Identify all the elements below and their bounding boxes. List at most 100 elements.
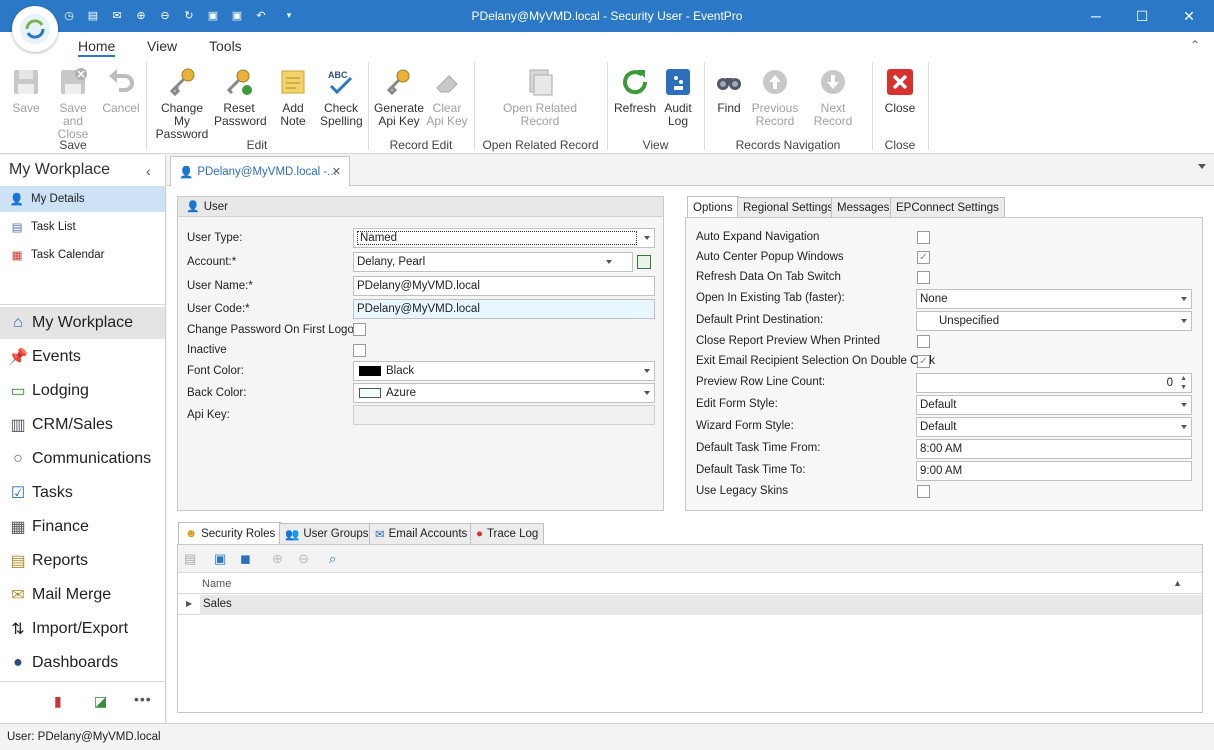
change-password-checkbox[interactable]	[353, 323, 366, 336]
nav-module-lodging[interactable]: ▭ Lodging	[0, 375, 165, 407]
change-my-password-button[interactable]: Change My Password	[152, 66, 212, 141]
back-color-select[interactable]: Azure	[353, 383, 655, 403]
legacy-skins-checkbox[interactable]	[917, 485, 930, 498]
nav-module-communications[interactable]: ○ Communications	[0, 443, 165, 475]
chevron-down-icon	[1181, 319, 1187, 323]
app-logo[interactable]	[12, 6, 58, 52]
tab-home[interactable]: Home	[78, 38, 116, 57]
status-text: User: PDelany@MyVMD.local	[7, 731, 161, 743]
print-destination-select[interactable]: Unspecified	[916, 311, 1192, 331]
account-lookup-icon[interactable]	[637, 255, 651, 269]
tab-security-roles[interactable]: ☻ Security Roles	[178, 522, 282, 544]
user-info-icon: 👤	[9, 194, 25, 206]
nav-module-reports[interactable]: ▤ Reports	[0, 545, 165, 577]
nav-module-dashboards[interactable]: ● Dashboards	[0, 647, 165, 679]
previous-record-button[interactable]: Previous Record	[750, 66, 800, 128]
tab-epconnect-settings[interactable]: EPConnect Settings	[890, 197, 1005, 218]
task-to-label: Default Task Time To:	[696, 464, 806, 476]
ribbon-tabs: Home View Tools ⌃	[0, 32, 1214, 58]
close-tab-icon[interactable]: ✕	[332, 165, 341, 178]
task-to-input[interactable]: 9:00 AM	[916, 461, 1192, 481]
expand-row-icon[interactable]: ▶	[186, 599, 192, 608]
grid-info-icon[interactable]: ◼	[240, 551, 251, 567]
close-window-button[interactable]: ✕	[1166, 0, 1212, 32]
tab-user-groups[interactable]: 👥 User Groups	[279, 523, 375, 544]
bar-chart-icon[interactable]: ▮	[54, 693, 62, 710]
close-button[interactable]: Close	[880, 66, 920, 115]
audit-log-button[interactable]: Audit Log	[660, 66, 696, 128]
preview-rows-spinner[interactable]: 0 ▲ ▼	[916, 373, 1192, 393]
nav-module-import-export[interactable]: ⇅ Import/Export	[0, 613, 165, 645]
more-options-icon[interactable]: •••	[134, 691, 152, 707]
user-type-select[interactable]: Named	[353, 228, 655, 248]
clear-api-key-button[interactable]: Clear Api Key	[426, 66, 468, 128]
tab-tools[interactable]: Tools	[209, 38, 242, 54]
minimize-button[interactable]: ─	[1073, 0, 1119, 32]
check-spelling-button[interactable]: ABC Check Spelling	[320, 66, 363, 128]
reset-password-button[interactable]: Reset Password	[214, 66, 267, 128]
inactive-checkbox[interactable]	[353, 344, 366, 357]
cancel-button[interactable]: Cancel	[100, 66, 142, 115]
refresh-button[interactable]: Refresh	[612, 66, 658, 115]
open-related-record-button[interactable]: Open Related Record	[500, 66, 580, 128]
maximize-button[interactable]: ☐	[1119, 0, 1165, 32]
wizard-form-select[interactable]: Default	[916, 417, 1192, 437]
nav-module-crm-sales[interactable]: ▥ CRM/Sales	[0, 409, 165, 441]
grid-new-icon[interactable]: ▣	[214, 551, 226, 567]
nav-module-events[interactable]: 📌 Events	[0, 341, 165, 373]
account-select[interactable]: Delany, Pearl	[353, 252, 633, 272]
nav-module-mail-merge[interactable]: ✉ Mail Merge	[0, 579, 165, 611]
nav-module-my-workplace[interactable]: ⌂ My Workplace	[0, 307, 165, 339]
font-color-select[interactable]: Black	[353, 361, 655, 381]
auto-center-checkbox[interactable]: ✓	[917, 251, 930, 264]
spinner-arrows-icon[interactable]: ▲ ▼	[1180, 374, 1187, 392]
find-button[interactable]: Find	[710, 66, 748, 115]
nav-module-tasks[interactable]: ☑ Tasks	[0, 477, 165, 509]
auto-expand-checkbox[interactable]	[917, 231, 930, 244]
close-preview-checkbox[interactable]	[917, 335, 930, 348]
tab-options[interactable]: Options	[687, 196, 739, 218]
next-record-button[interactable]: Next Record	[802, 66, 864, 128]
nav-item-my-details[interactable]: 👤 My Details	[0, 186, 165, 212]
grid-delete-icon[interactable]: ▤	[184, 551, 196, 567]
tab-view[interactable]: View	[147, 38, 177, 54]
api-key-input[interactable]	[353, 405, 655, 425]
grid-col-name[interactable]: Name	[202, 578, 231, 590]
sort-ascending-icon[interactable]: ▲	[1173, 578, 1182, 588]
task-from-input[interactable]: 8:00 AM	[916, 439, 1192, 459]
nav-item-task-list[interactable]: ▤ Task List	[0, 214, 165, 240]
nav-module-finance[interactable]: ▦ Finance	[0, 511, 165, 543]
open-existing-select[interactable]: None	[916, 289, 1192, 309]
generate-api-key-button[interactable]: Generate Api Key	[374, 66, 424, 128]
grid-move-down-icon[interactable]: ⊖	[298, 551, 309, 567]
doc-tab-user[interactable]: 👤 PDelany@MyVMD.local -... ✕	[170, 156, 350, 186]
window-title: PDelany@MyVMD.local - Security User - Ev…	[471, 9, 743, 23]
import-export-icon: ⇅	[11, 621, 25, 638]
grid-search-icon[interactable]: ⌕	[329, 551, 336, 567]
nav-item-task-calendar[interactable]: ▦ Task Calendar	[0, 242, 165, 268]
usercode-input[interactable]: PDelany@MyVMD.local	[353, 299, 655, 319]
tab-list-dropdown-icon[interactable]	[1198, 164, 1206, 169]
tab-email-accounts[interactable]: ✉ Email Accounts	[369, 523, 474, 544]
save-and-close-button[interactable]: Save and Close	[48, 66, 98, 141]
grid-move-up-icon[interactable]: ⊕	[272, 551, 283, 567]
save-button[interactable]: Save	[6, 66, 46, 115]
refresh-tab-checkbox[interactable]	[917, 271, 930, 284]
add-note-button[interactable]: Add Note	[268, 66, 318, 128]
edit-form-select[interactable]: Default	[916, 395, 1192, 415]
tab-trace-log[interactable]: ● Trace Log	[470, 523, 545, 544]
svg-text:ABC: ABC	[328, 70, 348, 80]
group-save-label: Save	[59, 138, 87, 152]
tab-regional-settings[interactable]: Regional Settings	[737, 197, 840, 218]
username-input[interactable]: PDelany@MyVMD.local	[353, 276, 655, 296]
exit-email-checkbox[interactable]: ✓	[917, 355, 930, 368]
tab-messages[interactable]: Messages	[831, 197, 896, 218]
group-record-edit-label: Record Edit	[389, 138, 453, 152]
generate-api-label-2: Api Key	[378, 114, 420, 128]
collapse-ribbon-icon[interactable]: ⌃	[1190, 38, 1200, 52]
nav-header: My Workplace	[9, 161, 111, 178]
nav-module-label: Import/Export	[32, 620, 129, 637]
table-row[interactable]: ▶ Sales	[178, 595, 1202, 615]
collapse-nav-icon[interactable]: ‹	[146, 163, 151, 179]
line-chart-icon[interactable]: ◪	[94, 693, 107, 710]
